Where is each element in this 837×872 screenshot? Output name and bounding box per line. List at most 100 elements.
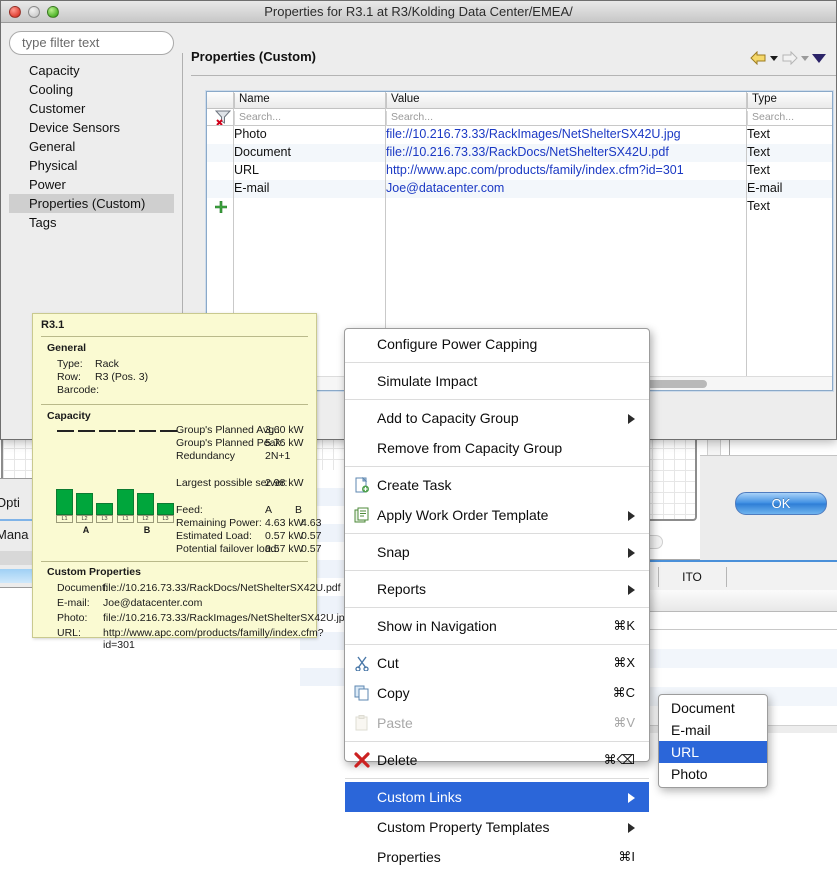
- table-cell-value[interactable]: file://10.216.73.33/RackImages/NetShelte…: [386, 127, 681, 141]
- capacity-bar-label: L2: [76, 515, 93, 523]
- menu-item-label: Custom Links: [377, 789, 462, 805]
- sidebar-item-customer[interactable]: Customer: [9, 99, 174, 118]
- submenu-item-url[interactable]: URL: [659, 741, 767, 763]
- sidebar-item-label: Cooling: [29, 82, 74, 97]
- submenu-arrow-icon: [628, 548, 635, 558]
- table-search-row[interactable]: Search... Search... Search...: [207, 109, 832, 126]
- sidebar-item-power[interactable]: Power: [9, 175, 174, 194]
- new-document-icon: [355, 477, 369, 493]
- tooltip-title: R3.1: [41, 319, 65, 331]
- menu-item-snap[interactable]: Snap: [345, 537, 649, 567]
- tooltip-feed-b-3: 0.57: [301, 543, 322, 555]
- tooltip-capacity-val-2: 2N+1: [265, 450, 291, 462]
- ok-button[interactable]: OK: [735, 492, 827, 515]
- sidebar-item-label: Capacity: [29, 63, 80, 78]
- table-cell-value[interactable]: Joe@datacenter.com: [386, 181, 504, 195]
- sidebar-item-device-sensors[interactable]: Device Sensors: [9, 118, 174, 137]
- tooltip-feed-key-0: Feed:: [176, 504, 203, 516]
- menu-item-custom-links[interactable]: Custom Links: [345, 782, 649, 812]
- tooltip-bar-group-a-label: A: [82, 525, 90, 535]
- submenu-item-label: Document: [671, 700, 735, 716]
- table-cell-name: Photo: [234, 127, 267, 141]
- tooltip-general-key-1: Row:: [57, 371, 81, 383]
- tab-ito[interactable]: ITO: [662, 566, 722, 588]
- table-col-value[interactable]: Value: [386, 93, 747, 109]
- menu-item-label: Cut: [377, 655, 399, 671]
- menu-item-shortcut: ⌘V: [613, 715, 635, 730]
- menu-item-apply-work-order-template[interactable]: Apply Work Order Template: [345, 500, 649, 530]
- menu-item-label: Delete: [377, 752, 418, 768]
- tooltip-bar-group-b-label: B: [143, 525, 151, 535]
- table-row[interactable]: Text: [207, 198, 832, 216]
- tooltip-capacity-val-0: 3.60 kW: [265, 424, 304, 436]
- table-row[interactable]: Photo file://10.216.73.33/RackImages/NetS…: [207, 126, 832, 144]
- table-cell-type: Text: [747, 145, 770, 159]
- menu-separator: [345, 778, 649, 779]
- filter-input[interactable]: type filter text: [9, 31, 174, 55]
- menu-item-simulate-impact[interactable]: Simulate Impact: [345, 366, 649, 396]
- table-row[interactable]: E-mail Joe@datacenter.com E-mail: [207, 180, 832, 198]
- sidebar-item-label: Physical: [29, 158, 78, 173]
- window-titlebar[interactable]: Properties for R3.1 at R3/Kolding Data C…: [1, 1, 836, 23]
- menu-item-remove-from-capacity-group[interactable]: Remove from Capacity Group: [345, 433, 649, 463]
- tooltip-capacity-val-1: 5.76 kW: [265, 437, 304, 449]
- menu-item-reports[interactable]: Reports: [345, 574, 649, 604]
- menu-item-label: Remove from Capacity Group: [377, 440, 563, 456]
- sidebar-list[interactable]: Capacity Cooling Customer Device Sensors Gen…: [9, 61, 174, 232]
- menu-separator: [345, 570, 649, 571]
- search-value-input[interactable]: Search...: [386, 111, 747, 126]
- menu-item-create-task[interactable]: Create Task: [345, 470, 649, 500]
- search-name-input[interactable]: Search...: [234, 111, 386, 126]
- menu-item-copy[interactable]: Copy ⌘C: [345, 678, 649, 708]
- forward-arrow-dropdown-icon: [801, 55, 809, 61]
- page-title-underline: [191, 75, 836, 76]
- menu-item-configure-power-capping[interactable]: Configure Power Capping: [345, 329, 649, 359]
- context-menu[interactable]: Configure Power Capping Simulate Impact Ad…: [344, 328, 650, 865]
- capacity-bar-label: L1: [56, 515, 73, 523]
- view-menu-icon[interactable]: [812, 53, 826, 63]
- menu-item-custom-property-templates[interactable]: Custom Property Templates: [345, 812, 649, 842]
- tooltip-feed-a-2: 0.57 kW: [265, 530, 304, 542]
- tooltip-feed-b-2: 0.57: [301, 530, 322, 542]
- menu-item-shortcut: ⌘⌫: [603, 752, 635, 767]
- back-arrow-dropdown-icon[interactable]: [770, 55, 778, 61]
- sidebar-item-physical[interactable]: Physical: [9, 156, 174, 175]
- custom-links-submenu[interactable]: Document E-mail URL Photo: [658, 694, 768, 788]
- table-row[interactable]: URL http://www.apc.com/products/family/in…: [207, 162, 832, 180]
- menu-item-label: Apply Work Order Template: [377, 507, 549, 523]
- sidebar-item-cooling[interactable]: Cooling: [9, 80, 174, 99]
- tooltip-feed-key-2: Estimated Load:: [176, 530, 252, 542]
- table-col-type[interactable]: Type: [747, 93, 834, 109]
- sidebar-item-tags[interactable]: Tags: [9, 213, 174, 232]
- navigation-arrows[interactable]: [750, 51, 826, 65]
- sidebar-item-capacity[interactable]: Capacity: [9, 61, 174, 80]
- table-cell-value[interactable]: file://10.216.73.33/RackDocs/NetShelterS…: [386, 145, 669, 159]
- submenu-item-label: Photo: [671, 766, 708, 782]
- table-row[interactable]: Document file://10.216.73.33/RackDocs/Net…: [207, 144, 832, 162]
- cut-icon: [355, 656, 369, 671]
- back-arrow-icon[interactable]: [750, 51, 767, 65]
- sidebar-item-general[interactable]: General: [9, 137, 174, 156]
- table-cell-type: Text: [747, 199, 770, 213]
- menu-item-delete[interactable]: Delete ⌘⌫: [345, 745, 649, 775]
- sidebar-item-properties-custom[interactable]: Properties (Custom): [9, 194, 174, 213]
- tooltip-feed-a-0: A: [265, 504, 273, 516]
- menu-item-label: Properties: [377, 849, 441, 865]
- submenu-item-photo[interactable]: Photo: [659, 763, 767, 785]
- clear-filter-icon[interactable]: [215, 110, 231, 125]
- search-type-input[interactable]: Search...: [747, 111, 834, 126]
- submenu-item-e-mail[interactable]: E-mail: [659, 719, 767, 741]
- menu-item-show-in-navigation[interactable]: Show in Navigation ⌘K: [345, 611, 649, 641]
- menu-item-add-to-capacity-group[interactable]: Add to Capacity Group: [345, 403, 649, 433]
- tooltip-custom-val-3: http://www.apc.com/products/familly/inde…: [103, 627, 324, 651]
- tooltip-feed-key-3: Potential failover load:: [176, 543, 280, 555]
- table-cell-value[interactable]: http://www.apc.com/products/family/index…: [386, 163, 684, 177]
- menu-item-cut[interactable]: Cut ⌘X: [345, 648, 649, 678]
- table-col-name[interactable]: Name: [234, 93, 386, 109]
- submenu-item-document[interactable]: Document: [659, 697, 767, 719]
- tooltip-feed-a-1: 4.63 kW: [265, 517, 304, 529]
- add-row-icon[interactable]: [215, 201, 227, 213]
- menu-item-properties[interactable]: Properties ⌘I: [345, 842, 649, 872]
- tooltip-feed-b-0: B: [295, 504, 303, 516]
- page-title: Properties (Custom): [191, 49, 316, 64]
